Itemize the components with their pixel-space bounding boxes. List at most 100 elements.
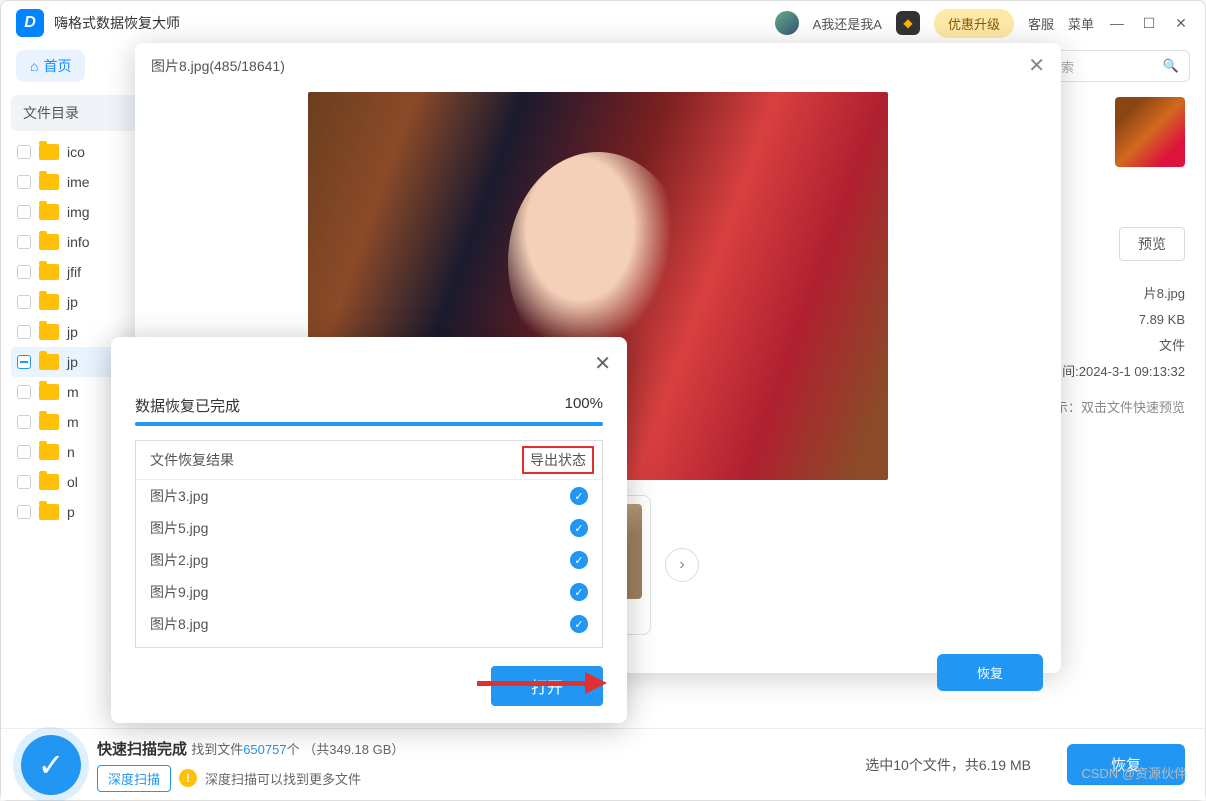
search-placeholder: 索 (1061, 57, 1074, 76)
maximize-button[interactable]: ☐ (1140, 14, 1158, 32)
tree-label: jp (67, 354, 78, 370)
search-icon: 🔍 (1163, 58, 1179, 74)
result-percent: 100% (565, 395, 603, 416)
folder-icon (39, 474, 59, 490)
pm-recover-button[interactable]: 恢复 (937, 654, 1043, 691)
minimize-button[interactable]: — (1108, 14, 1126, 32)
tree-label: jfif (67, 264, 81, 280)
tree-label: img (67, 204, 90, 220)
next-arrow-button[interactable]: › (665, 548, 699, 582)
total-size: （共349.18 GB） (303, 742, 404, 757)
scan-title: 快速扫描完成 (97, 741, 187, 758)
tree-label: n (67, 444, 75, 460)
tree-label: m (67, 414, 79, 430)
found-suffix: 个 (287, 742, 300, 757)
folder-icon (39, 354, 59, 370)
title-bar: D 嗨格式数据恢复大师 A我还是我A ◆ 优惠升级 客服 菜单 — ☐ ✕ (1, 1, 1205, 45)
file-name: 图片3.jpg (150, 486, 208, 506)
side-thumb (1115, 97, 1185, 167)
result-dialog: ✕ 数据恢复已完成 100% 文件恢复结果 导出状态 图片3.jpg✓图片5.j… (111, 337, 627, 723)
folder-icon (39, 204, 59, 220)
folder-icon (39, 174, 59, 190)
support-link[interactable]: 客服 (1028, 14, 1054, 33)
upgrade-button[interactable]: 优惠升级 (934, 9, 1014, 38)
checkbox[interactable] (17, 475, 31, 489)
preview-button[interactable]: 预览 (1119, 227, 1185, 261)
file-name: 图片5.jpg (150, 518, 208, 538)
scan-complete-icon: ✓ (21, 735, 81, 795)
warn-icon: ! (179, 769, 197, 787)
result-row: 图片9.jpg ✓ (136, 576, 602, 608)
annotation-arrow (477, 673, 607, 693)
file-name: 图片2.jpg (150, 550, 208, 570)
folder-icon (39, 504, 59, 520)
folder-icon (39, 444, 59, 460)
file-name: 图片1.jpg (150, 646, 208, 647)
result-row: 图片1.jpg✓ (136, 640, 602, 647)
preview-close-button[interactable]: ✕ (1028, 53, 1045, 78)
progress-bar (135, 422, 603, 426)
folder-icon (39, 414, 59, 430)
folder-icon (39, 264, 59, 280)
col-result: 文件恢复结果 (150, 450, 234, 470)
tree-label: jp (67, 324, 78, 340)
checkbox[interactable] (17, 505, 31, 519)
folder-icon (39, 384, 59, 400)
deep-hint: 深度扫描可以找到更多文件 (205, 769, 361, 788)
diamond-icon[interactable]: ◆ (896, 11, 920, 35)
tree-label: m (67, 384, 79, 400)
checkbox[interactable] (17, 265, 31, 279)
checkbox[interactable] (17, 145, 31, 159)
tree-label: jp (67, 294, 78, 310)
user-avatar[interactable] (775, 11, 799, 35)
checkbox[interactable] (17, 235, 31, 249)
watermark: CSDN @资源伙伴 (1081, 763, 1187, 782)
folder-icon (39, 294, 59, 310)
col-status-highlighted: 导出状态 (522, 446, 594, 474)
selection-info: 选中10个文件，共6.19 MB (865, 755, 1031, 775)
found-prefix: 找到文件 (191, 742, 243, 757)
search-input[interactable]: 索 🔍 (1050, 50, 1190, 82)
close-button[interactable]: ✕ (1172, 14, 1190, 32)
dialog-close-button[interactable]: ✕ (594, 351, 611, 376)
found-count: 650757 (243, 742, 286, 757)
result-row: 图片5.jpg ✓ (136, 512, 602, 544)
home-button[interactable]: ⌂ 首页 (16, 50, 85, 82)
preview-title: 图片8.jpg(485/18641) (151, 56, 285, 76)
home-label: 首页 (43, 56, 71, 76)
result-row: 图片2.jpg ✓ (136, 544, 602, 576)
folder-icon (39, 144, 59, 160)
checkbox[interactable] (17, 325, 31, 339)
app-logo: D (16, 9, 44, 37)
tree-label: info (67, 234, 90, 250)
deep-scan-button[interactable]: 深度扫描 (97, 765, 171, 792)
tree-label: ico (67, 144, 85, 160)
home-icon: ⌂ (30, 58, 38, 74)
status-check-icon: ✓ (570, 583, 588, 601)
checkbox[interactable] (17, 175, 31, 189)
checkbox[interactable] (17, 415, 31, 429)
status-check-icon: ✓ (570, 487, 588, 505)
checkbox[interactable] (17, 445, 31, 459)
checkbox[interactable] (17, 205, 31, 219)
result-row: 图片3.jpg ✓ (136, 480, 602, 512)
checkbox[interactable] (17, 355, 31, 369)
result-title: 数据恢复已完成 (135, 395, 240, 416)
folder-icon (39, 234, 59, 250)
tree-label: ime (67, 174, 90, 190)
checkbox[interactable] (17, 385, 31, 399)
status-check-icon: ✓ (570, 615, 588, 633)
file-name: 图片9.jpg (150, 582, 208, 602)
status-check-icon: ✓ (570, 519, 588, 537)
menu-link[interactable]: 菜单 (1068, 14, 1094, 33)
footer: ✓ 快速扫描完成 找到文件650757个 （共349.18 GB） 深度扫描 !… (1, 728, 1205, 800)
file-name: 图片8.jpg (150, 614, 208, 634)
status-check-icon: ✓ (570, 551, 588, 569)
checkbox[interactable] (17, 295, 31, 309)
result-row: 图片8.jpg ✓ (136, 608, 602, 640)
username: A我还是我A (813, 14, 882, 33)
folder-icon (39, 324, 59, 340)
result-table: 文件恢复结果 导出状态 图片3.jpg✓图片5.jpg✓图片2.jpg✓图片9.… (135, 440, 603, 648)
tree-label: p (67, 504, 75, 520)
app-title: 嗨格式数据恢复大师 (54, 13, 180, 33)
